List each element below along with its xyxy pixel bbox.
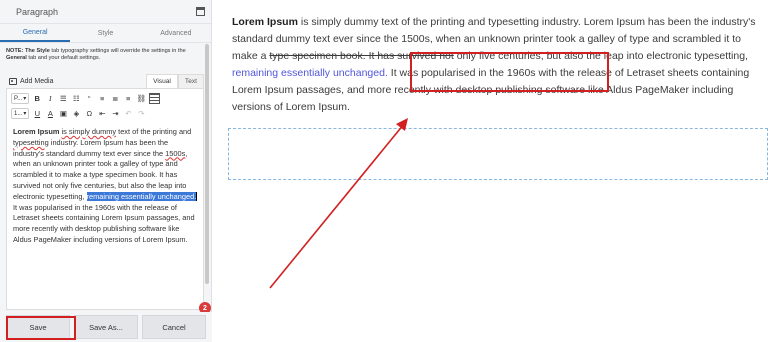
chevron-down-icon: ▾ [23, 96, 27, 102]
panel-title: Paragraph [16, 6, 59, 17]
preview-highlight-box [410, 52, 609, 92]
drop-zone[interactable] [228, 128, 768, 180]
align-center-button[interactable]: ≣ [110, 93, 120, 105]
preview-highlighted-text: remaining essentially unchanged. [232, 67, 388, 79]
content-seg-2: text of the printing and [116, 127, 192, 136]
align-right-button[interactable]: ≡ [123, 93, 133, 105]
paste-text-button[interactable]: ▣ [58, 108, 68, 120]
italic-button[interactable]: I [45, 93, 55, 105]
clear-formatting-button[interactable]: ◈ [71, 108, 81, 120]
chevron-down-icon: ▾ [23, 111, 27, 117]
indent-button[interactable]: ⇥ [110, 108, 120, 120]
bold-button[interactable]: B [32, 93, 42, 105]
tab-advanced[interactable]: Advanced [141, 24, 211, 42]
size-select[interactable]: 1... ▾ [11, 108, 30, 119]
align-left-button[interactable]: ≡ [97, 93, 107, 105]
minimize-icon[interactable] [196, 7, 205, 16]
toolbar-toggle-icon[interactable] [149, 93, 161, 104]
note-general-word: General [6, 55, 27, 62]
selected-text: remaining essentially unchanged. [86, 191, 197, 201]
save-as-button[interactable]: Save As... [74, 315, 138, 339]
note-style-word: Style [36, 48, 50, 54]
toolbar-row-1: P... ▾ B I ☰ ☷ “ ≡ ≣ ≡ ⛓ [11, 91, 199, 106]
paragraph-settings-panel: Paragraph General Style Advanced NOTE: T… [0, 0, 212, 342]
text-color-button[interactable]: A [45, 108, 55, 120]
preview-bold-lead: Lorem Ipsum [232, 16, 298, 28]
content-misspelled-2: typesetting [13, 137, 49, 147]
bullet-list-button[interactable]: ☰ [58, 93, 68, 105]
blockquote-button[interactable]: “ [84, 93, 94, 105]
media-icon [9, 78, 17, 85]
special-character-button[interactable]: Ω [84, 108, 94, 120]
format-select[interactable]: P... ▾ [11, 93, 30, 104]
content-seg-5: It was popularised in the 1960s with the… [13, 202, 195, 244]
content-misspelled-1: is simply dummy [61, 127, 117, 136]
link-button[interactable]: ⛓ [136, 93, 146, 105]
note-mid: tab typography settings will override th… [49, 48, 186, 54]
toolbar-row-2: 1... ▾ U A ▣ ◈ Ω ⇤ ⇥ ↶ ↷ [11, 106, 199, 121]
underline-button[interactable]: U [32, 108, 42, 120]
size-select-value: 1... [14, 110, 23, 117]
panel-header: Paragraph [0, 0, 211, 24]
media-row: Add Media Visual Text [6, 72, 204, 88]
numbered-list-button[interactable]: ☷ [71, 93, 81, 105]
cancel-button[interactable]: Cancel [142, 315, 206, 339]
rich-text-editor[interactable]: P... ▾ B I ☰ ☷ “ ≡ ≣ ≡ ⛓ 1... ▾ U A ▣ ◈ … [6, 88, 204, 310]
add-media-label: Add Media [20, 78, 54, 85]
note-suffix: tab and your default settings. [26, 55, 101, 62]
style-override-note: NOTE: The Style tab typography settings … [0, 43, 211, 71]
redo-button[interactable]: ↷ [136, 108, 146, 120]
note-prefix: NOTE: The [6, 48, 37, 54]
tab-visual[interactable]: Visual [146, 74, 178, 88]
add-media-button[interactable]: Add Media [6, 78, 53, 88]
panel-tabs: General Style Advanced [0, 24, 211, 43]
text-caret [196, 192, 198, 202]
editor-area: Add Media Visual Text P... ▾ B I ☰ ☷ “ ≡… [6, 72, 204, 310]
format-select-value: P... [14, 95, 23, 102]
tab-text[interactable]: Text [177, 74, 204, 88]
panel-scrollbar[interactable] [205, 44, 209, 284]
save-highlight-box [6, 316, 76, 340]
editor-toolbar: P... ▾ B I ☰ ☷ “ ≡ ≣ ≡ ⛓ 1... ▾ U A ▣ ◈ … [7, 89, 203, 122]
content-bold-lead: Lorem Ipsum [13, 127, 60, 136]
content-misspelled-3: 1500s [165, 148, 186, 158]
undo-button[interactable]: ↶ [123, 108, 133, 120]
editor-mode-tabs: Visual Text [146, 74, 204, 88]
tab-general[interactable]: General [0, 24, 71, 42]
tab-style[interactable]: Style [70, 24, 140, 42]
outdent-button[interactable]: ⇤ [97, 108, 107, 120]
editor-content[interactable]: Lorem Ipsum is simply dummy text of the … [7, 122, 203, 246]
